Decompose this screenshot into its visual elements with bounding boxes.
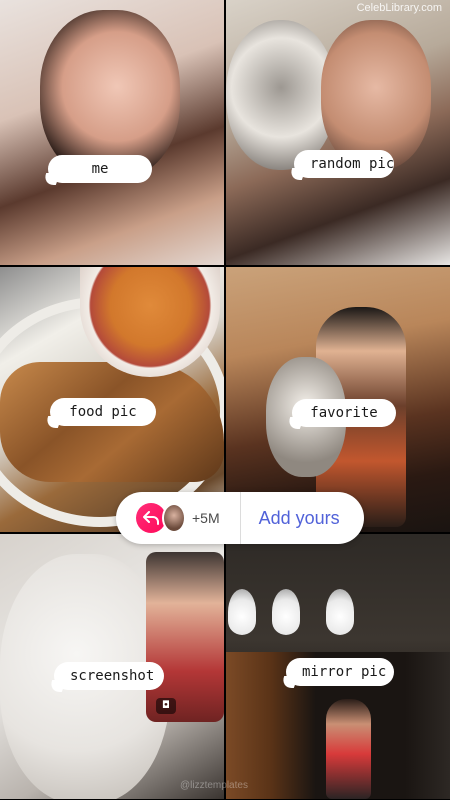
caption-mirror: mirror pic [286,658,394,686]
participant-count: +5M [192,510,220,526]
photo-tile-random[interactable] [226,0,450,265]
watermark-top: CelebLibrary.com [356,2,442,14]
caption-favorite: favorite [292,399,396,427]
add-yours-sticker[interactable]: +5M Add yours [116,492,364,544]
facetime-preview: ◘ [146,552,224,722]
divider [239,492,241,544]
watermark-bottom: @lizztemplates [180,780,248,791]
light-bulb [326,589,354,635]
caption-screenshot: screenshot [54,662,164,690]
light-bulb [272,589,300,635]
dog-photo [226,20,336,170]
camera-icon: ◘ [156,698,176,714]
vanity-lights [226,589,450,639]
mirror-selfie-figure [326,699,371,799]
caption-food: food pic [50,398,156,426]
selfie-photo [321,20,431,170]
add-yours-button[interactable]: Add yours [259,508,340,529]
caption-me: me [48,155,152,183]
light-bulb [228,589,256,635]
avatar [162,503,186,533]
reply-arrow-glyph [143,511,159,525]
caption-random: random pic [294,150,394,178]
photo-tile-me[interactable] [0,0,224,265]
